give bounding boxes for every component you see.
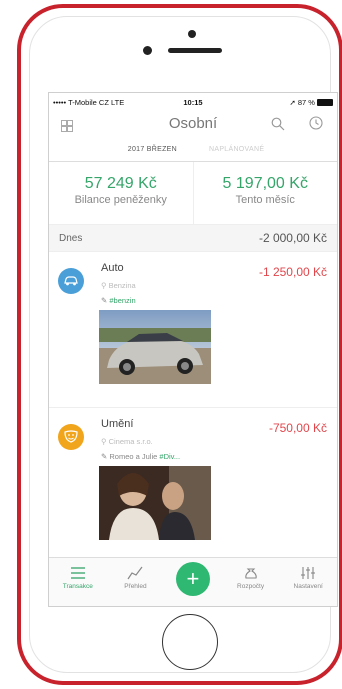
wallet-title[interactable]: Osobní — [49, 115, 337, 132]
transaction-amount: -1 250,00 Kč — [258, 265, 327, 279]
day-header: Dnes -2 000,00 Kč — [49, 225, 337, 252]
nav-transactions-label: Transakce — [62, 583, 93, 590]
transaction-note: ✎ Romeo a Julie #Div... — [101, 452, 180, 461]
car-icon — [58, 268, 84, 294]
location-pin-icon: ⚲ — [101, 281, 109, 290]
wallet-balance-label: Bilance peněženky — [74, 194, 167, 206]
transaction-category: Auto — [101, 262, 124, 274]
nav-budgets[interactable]: Rozpočty — [222, 558, 280, 606]
transaction-place-label: Cinema s.r.o. — [108, 437, 153, 446]
transaction-photo-theater[interactable] — [99, 466, 211, 540]
add-transaction-button[interactable]: + — [175, 562, 210, 596]
month-balance-value: 5 197,00 Kč — [222, 175, 308, 192]
app-header: Osobní — [49, 111, 337, 139]
sliders-icon — [301, 567, 316, 579]
earpiece-camera — [188, 30, 196, 38]
clock-label: 10:15 — [183, 97, 203, 107]
transaction-place-label: Benzina — [108, 281, 136, 290]
theater-masks-icon — [58, 424, 84, 450]
clock-icon[interactable] — [309, 116, 323, 130]
list-icon — [70, 567, 85, 579]
tab-month[interactable]: 2017 BŘEZEN — [49, 139, 191, 161]
day-total: -2 000,00 Kč — [258, 231, 327, 245]
nav-settings-label: Nastavení — [293, 583, 323, 590]
nav-overview-label: Přehled — [124, 583, 147, 590]
transaction-tag[interactable]: #Div... — [159, 452, 180, 461]
nav-budgets-label: Rozpočty — [237, 583, 265, 590]
day-label: Dnes — [59, 232, 83, 244]
month-balance[interactable]: 5 197,00 Kč Tento měsíc — [192, 162, 338, 224]
nav-settings[interactable]: Nastavení — [279, 558, 337, 606]
period-tabs: 2017 BŘEZEN NAPLÁNOVANÉ — [49, 139, 337, 162]
transaction-photo-car[interactable] — [99, 310, 211, 384]
home-button[interactable] — [162, 614, 218, 670]
nav-transactions[interactable]: Transakce — [49, 558, 107, 606]
transaction-place: ⚲ Cinema s.r.o. — [101, 437, 153, 446]
status-bar: ••••• T-Mobile CZ LTE 10:15 ➚ 87 % — [49, 93, 337, 111]
tab-planned[interactable]: NAPLÁNOVANÉ — [191, 139, 337, 161]
app-screen: ••••• T-Mobile CZ LTE 10:15 ➚ 87 % Osobn… — [48, 92, 338, 607]
transaction-tag[interactable]: #benzin — [109, 296, 135, 305]
carrier-label: ••••• T-Mobile CZ LTE — [53, 97, 125, 107]
bottom-navigation: Transakce Přehled + Rozpočty Nastavení — [49, 557, 337, 606]
transaction-row[interactable]: Auto -1 250,00 Kč ⚲ Benzina ✎ #benzin — [49, 252, 337, 408]
battery-indicator: ➚ 87 % — [240, 98, 333, 107]
transaction-amount: -750,00 Kč — [268, 421, 327, 435]
money-bag-icon — [244, 568, 257, 579]
search-icon[interactable] — [271, 117, 285, 131]
transaction-row[interactable]: Umění -750,00 Kč ⚲ Cinema s.r.o. ✎ Romeo… — [49, 408, 337, 564]
speaker-grille — [168, 48, 222, 53]
wallet-balance-value: 57 249 Kč — [84, 175, 157, 192]
nav-add[interactable]: + — [164, 558, 222, 606]
battery-label: ➚ 87 % — [289, 97, 315, 107]
battery-icon — [316, 99, 333, 107]
month-balance-label: Tento měsíc — [235, 194, 295, 206]
transaction-note-text: Romeo a Julie — [109, 452, 160, 461]
transaction-note: ✎ #benzin — [101, 296, 136, 305]
line-chart-icon — [127, 566, 143, 580]
balance-summary: 57 249 Kč Bilance peněženky 5 197,00 Kč … — [49, 162, 337, 225]
front-camera — [143, 46, 152, 55]
nav-overview[interactable]: Přehled — [107, 558, 165, 606]
transaction-category: Umění — [101, 418, 134, 430]
wallet-balance[interactable]: 57 249 Kč Bilance peněženky — [49, 162, 193, 224]
transaction-place: ⚲ Benzina — [101, 281, 136, 290]
location-pin-icon: ⚲ — [101, 437, 109, 446]
